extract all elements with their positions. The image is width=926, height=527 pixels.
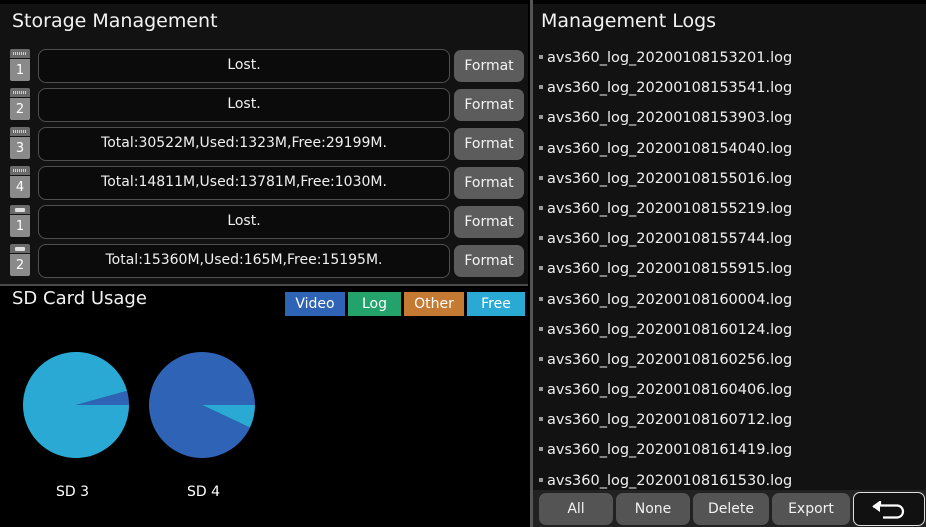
back-button[interactable]: [853, 492, 925, 526]
format-button[interactable]: Format: [454, 89, 524, 121]
disk-row-hdd-2: 2 Lost. Format: [8, 88, 528, 122]
delete-button[interactable]: Delete: [693, 493, 769, 525]
sd-card-icon: 2: [8, 244, 32, 278]
pie-label-sd4: SD 4: [187, 484, 221, 500]
format-button[interactable]: Format: [454, 245, 524, 277]
log-item[interactable]: avs360_log_20200108155219.log: [539, 199, 919, 229]
bullet-icon: [539, 387, 543, 392]
disk-row-sd-2: 2 Total:15360M,Used:165M,Free:15195M. Fo…: [8, 244, 528, 278]
disk-row-sd-1: 1 Lost. Format: [8, 205, 528, 239]
log-item[interactable]: avs360_log_20200108161419.log: [539, 440, 919, 470]
storage-management-panel: Storage Management 1 Lost. Format 2 Lost…: [0, 4, 528, 284]
log-item[interactable]: avs360_log_20200108153541.log: [539, 78, 919, 108]
format-button[interactable]: Format: [454, 206, 524, 238]
log-item[interactable]: avs360_log_20200108155744.log: [539, 229, 919, 259]
hdd-icon: 1: [8, 49, 32, 83]
disk-row-hdd-3: 3 Total:30522M,Used:1323M,Free:29199M. F…: [8, 127, 528, 161]
legend-other: Other: [404, 292, 464, 316]
storage-title: Storage Management: [12, 10, 218, 32]
disk-status: Total:30522M,Used:1323M,Free:29199M.: [38, 127, 450, 161]
bullet-icon: [539, 356, 543, 361]
select-none-button[interactable]: None: [616, 493, 690, 525]
disk-status: Lost.: [38, 49, 450, 83]
hdd-icon: 4: [8, 166, 32, 200]
disk-status: Lost.: [38, 88, 450, 122]
disk-row-hdd-1: 1 Lost. Format: [8, 49, 528, 83]
bullet-icon: [539, 296, 543, 301]
sd-usage-title: SD Card Usage: [12, 288, 147, 309]
bullet-icon: [539, 266, 543, 271]
log-item[interactable]: avs360_log_20200108154040.log: [539, 139, 919, 169]
hdd-icon: 2: [8, 88, 32, 122]
legend-free: Free: [467, 292, 525, 316]
bullet-icon: [539, 145, 543, 150]
export-button[interactable]: Export: [772, 493, 850, 525]
log-item[interactable]: avs360_log_20200108160004.log: [539, 290, 919, 320]
legend-log: Log: [348, 292, 401, 316]
back-arrow-icon: [872, 501, 905, 519]
bullet-icon: [539, 326, 543, 331]
log-item[interactable]: avs360_log_20200108160124.log: [539, 320, 919, 350]
disk-status: Total:14811M,Used:13781M,Free:1030M.: [38, 166, 450, 200]
pie-label-sd3: SD 3: [56, 484, 90, 500]
legend-video: Video: [285, 292, 345, 316]
bullet-icon: [539, 55, 543, 59]
hdd-icon: 3: [8, 127, 32, 161]
bullet-icon: [539, 175, 543, 180]
log-item[interactable]: avs360_log_20200108160256.log: [539, 350, 919, 380]
log-item[interactable]: avs360_log_20200108155915.log: [539, 259, 919, 289]
pie-slice-sd3-free: [23, 352, 130, 458]
disk-status: Total:15360M,Used:165M,Free:15195M.: [38, 244, 450, 278]
log-list: avs360_log_20200108153201.log avs360_log…: [539, 48, 919, 501]
storage-management-screen: Storage Management 1 Lost. Format 2 Lost…: [0, 0, 926, 527]
bullet-icon: [539, 85, 543, 90]
log-item[interactable]: avs360_log_20200108160406.log: [539, 380, 919, 410]
disk-status: Lost.: [38, 205, 450, 239]
format-button[interactable]: Format: [454, 167, 524, 199]
bullet-icon: [539, 417, 543, 422]
log-item[interactable]: avs360_log_20200108155016.log: [539, 169, 919, 199]
management-logs-panel: Management Logs avs360_log_2020010815320…: [533, 4, 926, 490]
sd-usage-pie-charts: [23, 352, 255, 458]
format-button[interactable]: Format: [454, 50, 524, 82]
format-button[interactable]: Format: [454, 128, 524, 160]
log-item[interactable]: avs360_log_20200108160712.log: [539, 410, 919, 440]
bullet-icon: [539, 447, 543, 452]
section-divider: [0, 284, 528, 286]
logs-title: Management Logs: [541, 10, 717, 32]
sd-card-icon: 1: [8, 205, 32, 239]
bullet-icon: [539, 477, 543, 482]
select-all-button[interactable]: All: [539, 493, 613, 525]
bullet-icon: [539, 115, 543, 120]
log-item[interactable]: avs360_log_20200108153903.log: [539, 108, 919, 138]
log-item[interactable]: avs360_log_20200108153201.log: [539, 48, 919, 78]
log-action-bar: All None Delete Export: [533, 490, 926, 527]
bullet-icon: [539, 205, 543, 210]
bullet-icon: [539, 236, 543, 241]
disk-row-hdd-4: 4 Total:14811M,Used:13781M,Free:1030M. F…: [8, 166, 528, 200]
